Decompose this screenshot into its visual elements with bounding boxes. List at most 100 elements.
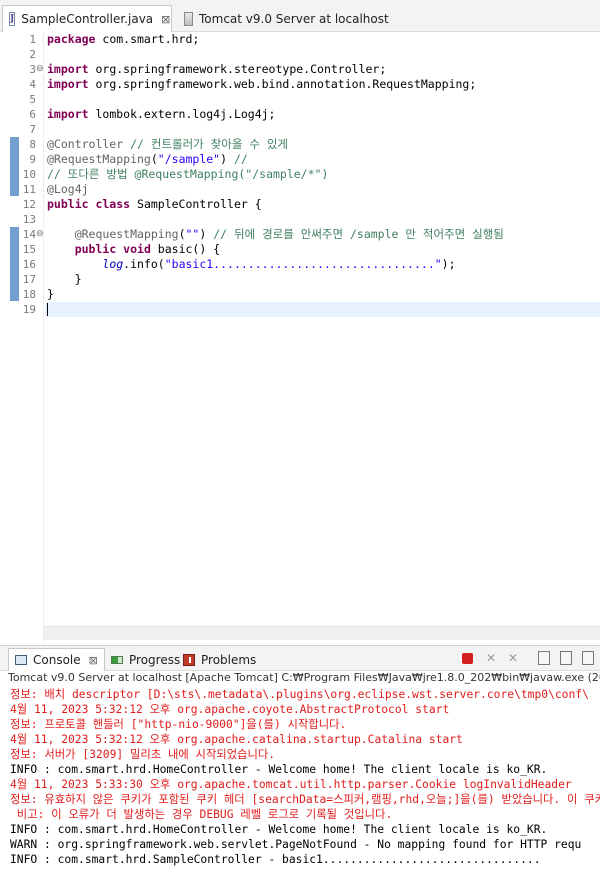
line-number: 3: [29, 63, 36, 76]
tab-label: SampleController.java: [21, 12, 154, 26]
line-number: 11: [22, 183, 36, 196]
current-line-highlight: [45, 302, 600, 317]
line-number: 16: [22, 258, 36, 271]
code-token: public class: [47, 197, 131, 211]
code-line: public void basic() {: [47, 242, 220, 257]
console-line: WARN : org.springframework.web.servlet.P…: [10, 838, 582, 851]
remove-launch-icon[interactable]: ✕: [484, 651, 498, 665]
scroll-lock-icon[interactable]: [560, 651, 572, 665]
code-line: @RequestMapping("") // 뒤에 경로를 안써주면 /samp…: [47, 227, 504, 242]
java-file-icon: J: [9, 12, 16, 26]
console-line: INFO : com.smart.hrd.HomeController - We…: [10, 823, 548, 836]
console-line: 4월 11, 2023 5:32:12 오후 org.apache.coyote…: [10, 703, 450, 716]
line-number: 15: [22, 243, 36, 256]
code-token: .info(: [123, 257, 165, 271]
code-token: SampleController {: [130, 197, 262, 211]
code-line: import org.springframework.web.bind.anno…: [47, 77, 476, 92]
tab-console[interactable]: Console ⊠: [8, 648, 105, 671]
tab-label: Tomcat v9.0 Server at localhost: [199, 11, 389, 26]
line-number: 17: [22, 273, 36, 286]
code-token: com.smart.hrd;: [95, 32, 200, 46]
tab-sample-controller[interactable]: J SampleController.java ⊠: [2, 5, 172, 32]
line-number: 5: [29, 93, 36, 106]
code-line: import org.springframework.stereotype.Co…: [47, 62, 386, 77]
terminate-button[interactable]: [462, 653, 473, 664]
line-number: 4: [29, 78, 36, 91]
code-token: import: [47, 77, 89, 91]
code-token: }: [47, 287, 54, 301]
code-token: // 컨트롤러가 찾아올 수 있게: [123, 137, 289, 151]
code-token: @RequestMapping: [74, 227, 179, 241]
code-line: public class SampleController {: [47, 197, 262, 212]
console-line: 정보: 배치 descriptor [D:\sts\.metadata\.plu…: [10, 688, 589, 701]
line-number: 6: [29, 108, 36, 121]
code-token: "": [185, 227, 200, 241]
code-editor[interactable]: 1 2 3 4 5 6 7 8 9 10 11 12 13 14 15 16 17 18 19 ⊖ ⊖ package …: [0, 32, 600, 642]
tab-tomcat-server[interactable]: Tomcat v9.0 Server at localhost: [178, 5, 395, 32]
line-number: 9: [29, 153, 36, 166]
code-token: ): [220, 152, 234, 166]
line-number: 8: [29, 138, 36, 151]
word-wrap-icon[interactable]: [582, 651, 594, 665]
code-token: (: [150, 152, 158, 166]
code-token: @RequestMapping: [47, 152, 151, 166]
fold-toggle-icon[interactable]: ⊖: [36, 227, 44, 242]
console-line: 정보: 유효하지 않은 쿠키가 포함된 쿠키 헤더 [searchData=스피…: [10, 793, 600, 806]
line-number: 14: [22, 228, 36, 241]
code-token: @Controller: [47, 137, 124, 151]
tab-progress[interactable]: Progress: [108, 648, 183, 671]
console-line: INFO : com.smart.hrd.SampleController - …: [10, 853, 541, 866]
code-token: org.springframework.web.bind.annotation.…: [88, 77, 477, 91]
code-token: package: [47, 32, 96, 46]
console-line: INFO : com.smart.hrd.HomeController - We…: [10, 763, 548, 776]
tab-label: Console: [33, 653, 81, 667]
remove-all-terminated-icon[interactable]: ✕: [506, 651, 520, 665]
progress-icon: [111, 655, 123, 664]
code-token: // 또다른 방법 @RequestMapping("/sample/*"): [47, 167, 329, 181]
code-token: import: [47, 107, 89, 121]
console-line: 4월 11, 2023 5:33:30 오후 org.apache.tomcat…: [10, 778, 572, 791]
tab-label: Problems: [201, 652, 257, 667]
tab-problems[interactable]: Problems: [180, 648, 259, 671]
code-token: ): [199, 227, 214, 241]
code-line: }: [47, 272, 82, 287]
horizontal-scrollbar[interactable]: [44, 626, 600, 640]
editor-tab-bar: J SampleController.java ⊠ Tomcat v9.0 Se…: [0, 0, 600, 32]
code-token: );: [441, 257, 456, 271]
code-token: // 뒤에 경로를 안써주면 /sample 만 적어주면 실행됨: [213, 227, 504, 241]
console-line: 비고: 이 오류가 더 발생하는 경우 DEBUG 레벨 로그로 기록될 것입니…: [10, 808, 393, 821]
code-token: org.springframework.stereotype.Controlle…: [88, 62, 387, 76]
problems-icon: [183, 653, 195, 666]
console-output[interactable]: 정보: 배치 descriptor [D:\sts\.metadata\.plu…: [0, 686, 600, 870]
clear-console-icon[interactable]: [538, 651, 550, 665]
server-icon: [184, 11, 193, 26]
code-token: (: [178, 227, 186, 241]
code-line: // 또다른 방법 @RequestMapping("/sample/*"): [47, 167, 328, 182]
console-line: 정보: 서버가 [3209] 밀리초 내에 시작되었습니다.: [10, 748, 276, 761]
code-line: log.info("basic1........................…: [47, 257, 456, 272]
code-token: "/sample": [157, 152, 221, 166]
line-number: 7: [29, 123, 36, 136]
code-token: basic() {: [150, 242, 221, 256]
close-icon[interactable]: ⊠: [161, 13, 170, 26]
code-line: package com.smart.hrd;: [47, 32, 199, 47]
tab-label: Progress: [129, 652, 181, 667]
console-icon: [15, 655, 27, 665]
console-line: 4월 11, 2023 5:32:12 오후 org.apache.catali…: [10, 733, 463, 746]
close-icon[interactable]: ⊠: [89, 654, 98, 667]
console-process-header: Tomcat v9.0 Server at localhost [Apache …: [8, 671, 600, 684]
code-token: }: [47, 272, 82, 286]
code-token: "basic1................................": [164, 257, 442, 271]
code-line: @RequestMapping("/sample") //: [47, 152, 248, 167]
fold-toggle-icon[interactable]: ⊖: [36, 62, 44, 77]
line-number: 10: [22, 168, 36, 181]
line-number: 12: [22, 198, 36, 211]
line-number: 1: [29, 33, 36, 46]
code-line: import lombok.extern.log4j.Log4j;: [47, 107, 275, 122]
code-token: //: [233, 152, 248, 166]
text-caret: [47, 303, 48, 316]
code-token: @Log4j: [47, 182, 89, 196]
console-line: 정보: 프로토콜 핸들러 ["http-nio-9000"]을(를) 시작합니다…: [10, 718, 347, 731]
